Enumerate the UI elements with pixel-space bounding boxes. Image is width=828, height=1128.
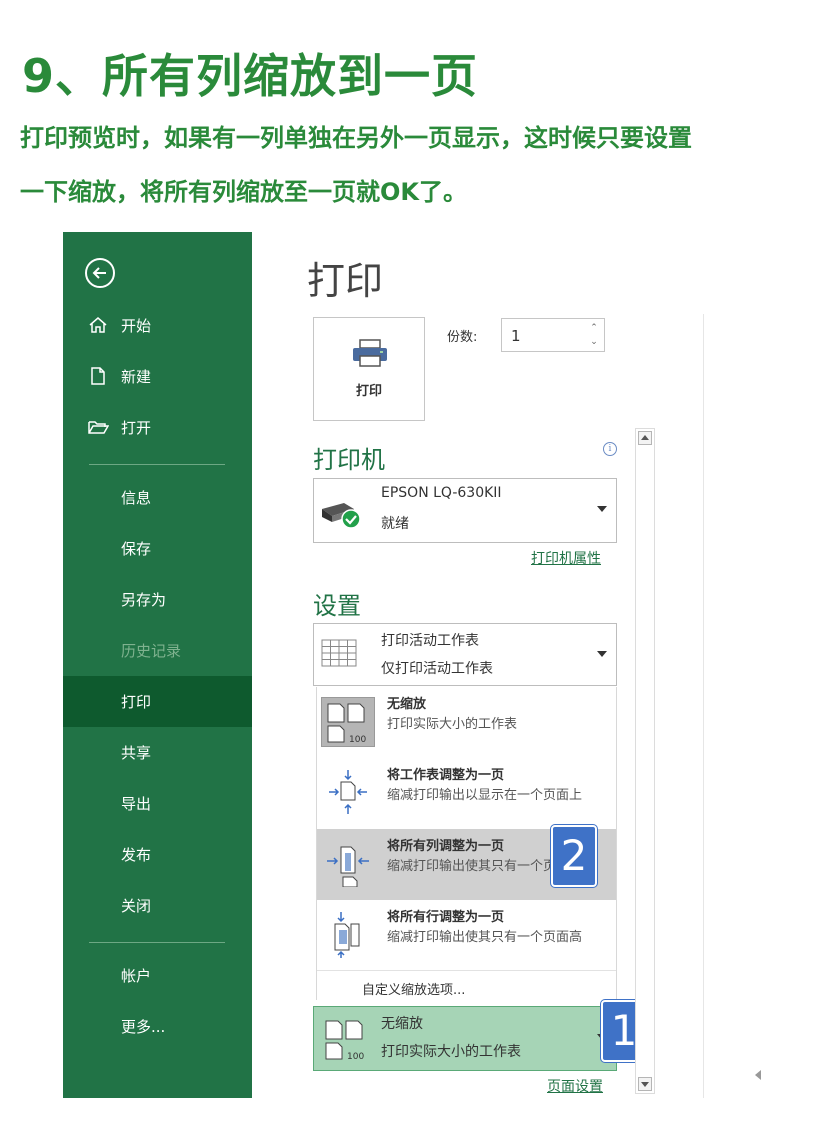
- scaling-dropdown[interactable]: 100 无缩放 打印实际大小的工作表: [313, 1006, 617, 1071]
- printer-icon: [353, 339, 387, 367]
- scaling-option-desc: 缩减打印输出以显示在一个页面上: [387, 788, 583, 803]
- custom-scaling-label: 自定义缩放选项...: [362, 983, 466, 998]
- worksheet-grid-icon: [321, 639, 357, 667]
- triangle-left-icon[interactable]: [755, 1070, 761, 1080]
- sidebar-item-label: 共享: [121, 744, 152, 762]
- sidebar-item-new[interactable]: 新建: [63, 351, 252, 402]
- sidebar-item-more[interactable]: 更多...: [63, 1001, 252, 1052]
- preview-divider: [703, 314, 704, 1098]
- sidebar-item-label: 信息: [121, 489, 152, 507]
- printer-section-title: 打印机: [313, 446, 385, 474]
- sidebar-item-label: 新建: [121, 368, 152, 386]
- excel-backstage-screenshot: 开始 新建 打开 信息 保存 另存为 历史记录 打印 共享 导出 发布 关闭 帐…: [63, 232, 765, 1098]
- chevron-down-icon: [597, 506, 607, 512]
- sidebar-item-label: 另存为: [121, 591, 167, 609]
- sidebar-item-share[interactable]: 共享: [63, 727, 252, 778]
- sidebar-item-label: 打印: [121, 693, 152, 711]
- selected-scaling-desc: 打印实际大小的工作表: [381, 1044, 521, 1060]
- step-badge-2: 2: [551, 825, 597, 887]
- copies-input[interactable]: 1 ⌃ ⌄: [501, 318, 605, 352]
- copies-spinner[interactable]: ⌃ ⌄: [587, 321, 601, 349]
- sidebar-item-save-as[interactable]: 另存为: [63, 574, 252, 625]
- sidebar-item-label: 发布: [121, 846, 152, 864]
- scaling-option-title: 将所有列调整为一页: [387, 839, 505, 854]
- scaling-option-title: 将工作表调整为一页: [387, 768, 505, 783]
- page-title: 打印: [307, 259, 384, 303]
- no-scaling-icon: 100: [321, 697, 375, 747]
- printer-ready-icon: [322, 503, 361, 529]
- article-intro-line-1: 打印预览时，如果有一列单独在另外一页显示，这时候只要设置: [20, 124, 692, 152]
- scaling-option-fit-sheet[interactable]: 将工作表调整为一页 缩减打印输出以显示在一个页面上: [317, 758, 616, 829]
- fit-sheet-icon: [321, 768, 375, 818]
- printer-dropdown[interactable]: EPSON LQ-630KII 就绪: [313, 478, 617, 543]
- no-scaling-icon: 100: [325, 1020, 364, 1062]
- new-document-icon: [91, 367, 105, 385]
- print-what-desc: 仅打印活动工作表: [381, 661, 493, 677]
- scroll-up-button[interactable]: [638, 431, 652, 445]
- sidebar-item-open[interactable]: 打开: [63, 402, 252, 453]
- copies-label: 份数:: [447, 330, 478, 345]
- selected-scaling-title: 无缩放: [381, 1016, 423, 1032]
- article-heading: 9、所有列缩放到一页: [22, 49, 479, 103]
- fit-rows-icon: [321, 910, 375, 960]
- sidebar-item-close[interactable]: 关闭: [63, 880, 252, 931]
- chevron-down-icon[interactable]: ⌄: [587, 335, 601, 349]
- svg-text:100: 100: [347, 1052, 364, 1062]
- open-folder-icon: [88, 421, 109, 434]
- sidebar-item-label: 更多...: [121, 1018, 166, 1036]
- scaling-option-desc: 打印实际大小的工作表: [387, 717, 518, 732]
- settings-section-title: 设置: [313, 592, 361, 620]
- sidebar-item-publish[interactable]: 发布: [63, 829, 252, 880]
- print-panel: 打印 打印 份数: 1 ⌃ ⌄ 打印机 i EPSON LQ-630KII 就绪…: [252, 232, 765, 1098]
- printer-properties-link[interactable]: 打印机属性: [531, 548, 601, 568]
- page-setup-link[interactable]: 页面设置: [547, 1076, 603, 1096]
- sidebar-item-save[interactable]: 保存: [63, 523, 252, 574]
- chevron-up-icon[interactable]: ⌃: [587, 321, 601, 335]
- print-button[interactable]: 打印: [313, 317, 425, 421]
- sidebar-item-label: 导出: [121, 795, 152, 813]
- sidebar-item-label: 保存: [121, 540, 152, 558]
- triangle-down-icon: [641, 1082, 649, 1087]
- scroll-down-button[interactable]: [638, 1077, 652, 1091]
- scaling-option-title: 无缩放: [387, 697, 427, 712]
- back-arrow-icon[interactable]: [85, 258, 115, 288]
- triangle-up-icon: [641, 435, 649, 440]
- sidebar-item-label: 历史记录: [121, 642, 182, 660]
- copies-value: 1: [511, 327, 521, 345]
- print-what-title: 打印活动工作表: [381, 633, 479, 649]
- sidebar-item-export[interactable]: 导出: [63, 778, 252, 829]
- sidebar-item-label: 帐户: [121, 967, 152, 985]
- printer-status: 就绪: [381, 516, 409, 532]
- sidebar-item-history: 历史记录: [63, 625, 252, 676]
- chevron-down-icon: [597, 651, 607, 657]
- sidebar-item-account[interactable]: 帐户: [63, 950, 252, 1001]
- sidebar-item-home[interactable]: 开始: [63, 300, 252, 351]
- sidebar-item-label: 开始: [121, 317, 152, 335]
- fit-columns-icon: [321, 839, 375, 889]
- settings-scrollbar[interactable]: [635, 428, 655, 1094]
- scaling-option-title: 将所有行调整为一页: [387, 910, 505, 925]
- home-icon: [89, 317, 107, 333]
- scaling-option-desc: 缩减打印输出使其只有一个页面高: [387, 930, 583, 945]
- printer-name: EPSON LQ-630KII: [381, 485, 502, 501]
- info-icon[interactable]: i: [603, 442, 617, 456]
- custom-scaling-option[interactable]: 自定义缩放选项...: [317, 970, 616, 1000]
- sidebar-divider: [89, 942, 225, 943]
- sidebar-item-info[interactable]: 信息: [63, 472, 252, 523]
- print-what-dropdown[interactable]: 打印活动工作表 仅打印活动工作表: [313, 623, 617, 686]
- sidebar-item-label: 打开: [121, 419, 152, 437]
- scaling-option-no-scaling[interactable]: 100 无缩放 打印实际大小的工作表: [317, 687, 616, 758]
- sidebar-item-print[interactable]: 打印: [63, 676, 252, 727]
- svg-text:100: 100: [349, 735, 366, 745]
- print-button-label: 打印: [355, 384, 382, 399]
- sidebar-item-label: 关闭: [121, 897, 152, 915]
- sidebar-divider: [89, 464, 225, 465]
- scaling-option-fit-rows[interactable]: 将所有行调整为一页 缩减打印输出使其只有一个页面高: [317, 900, 616, 971]
- article-intro-line-2: 一下缩放，将所有列缩放至一页就OK了。: [20, 178, 467, 206]
- backstage-sidebar: 开始 新建 打开 信息 保存 另存为 历史记录 打印 共享 导出 发布 关闭 帐…: [63, 232, 252, 1098]
